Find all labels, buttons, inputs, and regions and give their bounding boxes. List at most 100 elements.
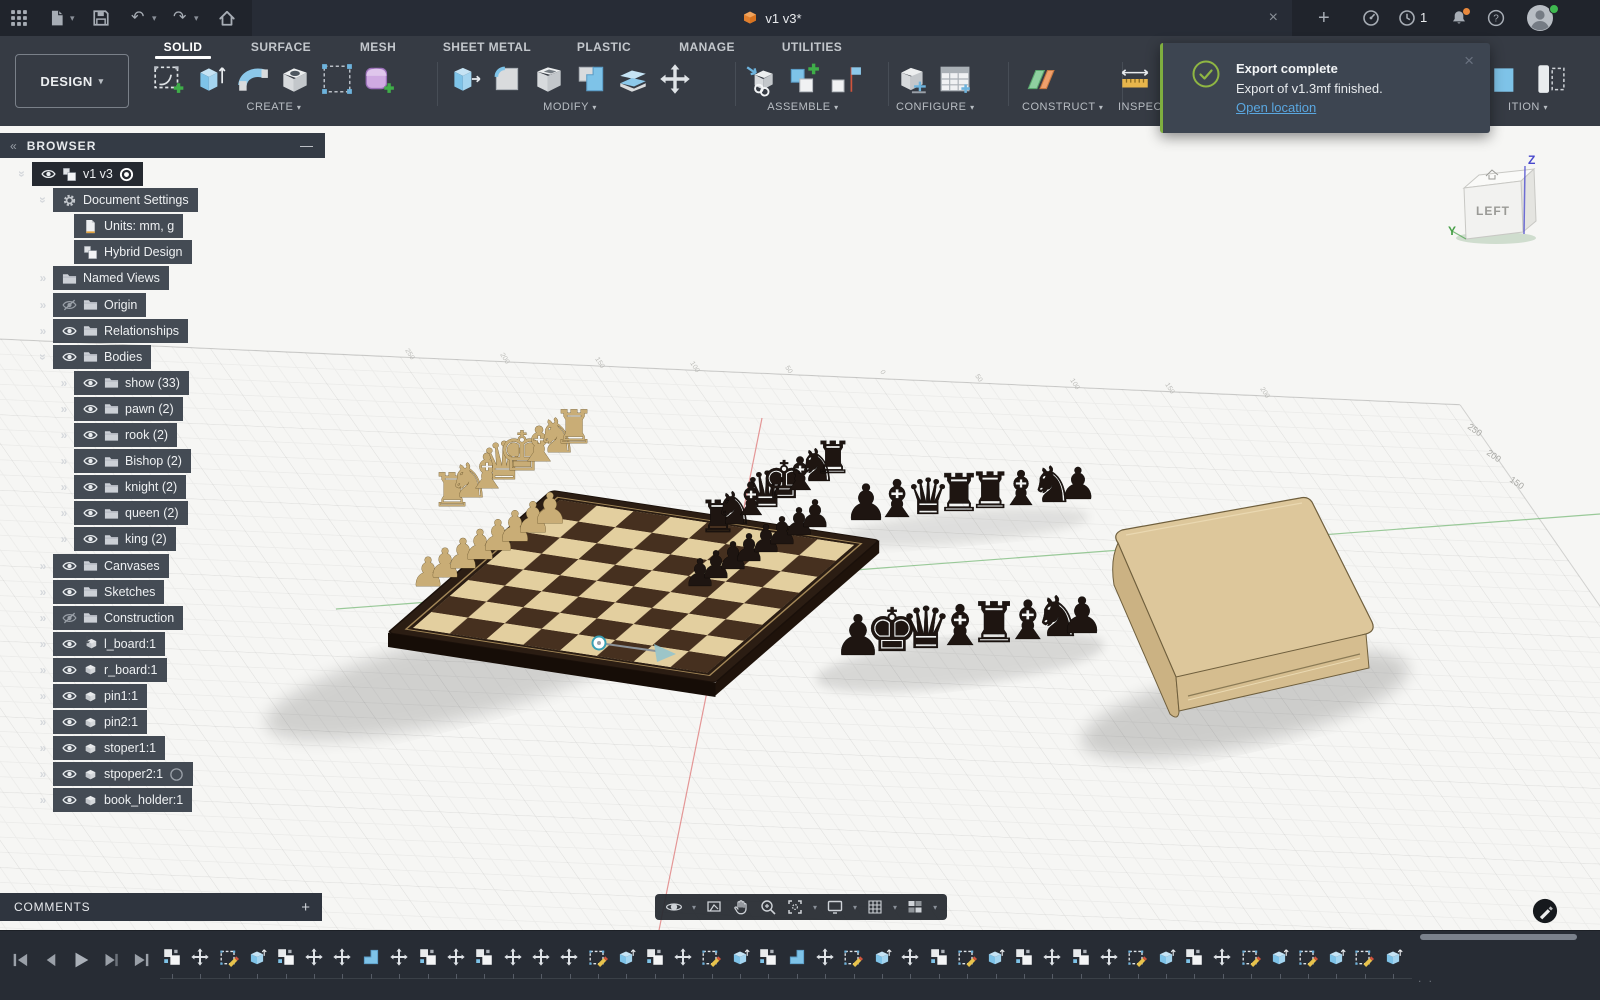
browser-row-stpoper2-1[interactable]: » stpoper2:1 xyxy=(37,762,194,787)
browser-row-pin2-1[interactable]: » pin2:1 xyxy=(37,710,148,735)
browser-row-canvases[interactable]: » Canvases xyxy=(37,553,169,578)
browser-collapse-icon[interactable]: « xyxy=(10,139,17,153)
tree-chevron-icon[interactable]: » xyxy=(37,298,49,312)
split-body-icon[interactable] xyxy=(616,60,650,98)
browser-row-pin1-1[interactable]: » pin1:1 xyxy=(37,684,148,708)
construct-group-label[interactable]: CONSTRUCT ▾ xyxy=(1022,101,1103,113)
timeline-feature-sketch[interactable] xyxy=(588,947,608,967)
browser-row-relationships[interactable]: » Relationships xyxy=(37,318,189,343)
view-cube[interactable]: X LEFT Z Y xyxy=(1448,153,1537,244)
timeline-feature-sketch[interactable] xyxy=(843,947,863,967)
new-component-icon[interactable] xyxy=(786,60,820,98)
timeline-feature-combine[interactable] xyxy=(361,947,381,967)
file-caret-icon[interactable]: ▾ xyxy=(70,0,75,36)
step-forward-button[interactable] xyxy=(100,949,122,971)
browser-row-bodies[interactable]: » Bodies xyxy=(36,344,152,369)
timeline-feature-sketch[interactable] xyxy=(1241,947,1261,967)
visibility-eye-icon[interactable] xyxy=(83,507,98,519)
tree-chevron-icon[interactable]: » xyxy=(37,663,49,677)
timeline-feature-move[interactable] xyxy=(673,947,693,967)
move-copy-icon[interactable] xyxy=(658,60,692,98)
timeline-feature-extrude[interactable] xyxy=(1383,947,1403,967)
configure-group-label[interactable]: CONFIGURE ▾ xyxy=(896,101,975,113)
tab-close-icon[interactable]: × xyxy=(1269,0,1278,36)
partial-dashed-icon[interactable] xyxy=(1532,60,1566,98)
tab-utilities[interactable]: UTILITIES xyxy=(782,38,842,56)
tree-chevron-icon[interactable]: » xyxy=(37,767,49,781)
timeline-feature-move[interactable] xyxy=(503,947,523,967)
create-form-icon[interactable] xyxy=(362,60,396,98)
create-sketch-icon[interactable] xyxy=(152,60,186,98)
timeline-feature-move[interactable] xyxy=(446,947,466,967)
timeline-feature-move[interactable] xyxy=(1212,947,1232,967)
visibility-eye-icon[interactable] xyxy=(62,638,77,650)
timeline-scroll-thumb[interactable] xyxy=(1420,934,1577,940)
go-to-start-button[interactable] xyxy=(10,949,32,971)
display-settings-icon[interactable] xyxy=(826,898,844,916)
timeline-feature-comp[interactable] xyxy=(1184,947,1204,967)
activate-radio-on-icon[interactable] xyxy=(119,167,134,182)
timeline-feature-comp[interactable] xyxy=(1014,947,1034,967)
tree-chevron-icon[interactable]: » xyxy=(37,715,49,729)
visibility-eye-icon[interactable] xyxy=(62,664,77,676)
tab-surface[interactable]: SURFACE xyxy=(251,38,311,56)
app-grid-icon[interactable] xyxy=(10,9,28,27)
tab-manage[interactable]: MANAGE xyxy=(679,38,735,56)
tab-plastic[interactable]: PLASTIC xyxy=(577,38,631,56)
chess-piece[interactable]: ♟ xyxy=(798,492,832,536)
visibility-eye-icon[interactable] xyxy=(62,351,77,363)
assemble-group-label[interactable]: ASSEMBLE ▾ xyxy=(744,101,862,113)
browser-row-sketches[interactable]: » Sketches xyxy=(37,579,165,604)
tree-chevron-icon[interactable]: » xyxy=(58,402,70,416)
browser-row-origin[interactable]: » Origin xyxy=(37,292,147,317)
undo-icon[interactable]: ↶ xyxy=(131,0,144,36)
visibility-eye-icon[interactable] xyxy=(62,742,77,754)
modify-group-label[interactable]: MODIFY ▾ xyxy=(448,101,692,113)
visibility-eye-icon[interactable] xyxy=(41,168,56,180)
timeline-feature-comp[interactable] xyxy=(929,947,949,967)
visibility-eye-icon[interactable] xyxy=(62,325,77,337)
tree-chevron-icon[interactable]: » xyxy=(37,689,49,703)
timeline-feature-move[interactable] xyxy=(389,947,409,967)
browser-row-king-2-[interactable]: » king (2) xyxy=(58,527,176,552)
timeline-feature-comp[interactable] xyxy=(1071,947,1091,967)
shell-icon[interactable] xyxy=(532,60,566,98)
chess-piece[interactable]: ♟ xyxy=(1059,587,1105,645)
document-tab[interactable]: v1 v3* × xyxy=(252,0,1292,36)
look-at-tool-icon[interactable] xyxy=(705,898,723,916)
timeline-feature-comp[interactable] xyxy=(162,947,182,967)
tree-chevron-icon[interactable]: » xyxy=(37,271,49,285)
timeline-feature-move[interactable] xyxy=(815,947,835,967)
redo-caret-icon[interactable]: ▾ xyxy=(194,0,199,36)
browser-minimize-icon[interactable]: — xyxy=(300,138,313,153)
visibility-eye-icon[interactable] xyxy=(83,533,98,545)
timeline-scroll-track[interactable] xyxy=(0,934,1600,940)
timeline-feature-move[interactable] xyxy=(190,947,210,967)
caret-down-icon[interactable]: ▾ xyxy=(813,903,817,912)
timeline-feature-combine[interactable] xyxy=(787,947,807,967)
insert-derive-icon[interactable] xyxy=(744,60,778,98)
add-comment-icon[interactable]: + xyxy=(301,899,310,916)
timeline-feature-extrude[interactable] xyxy=(872,947,892,967)
browser-panel-header[interactable]: « BROWSER — xyxy=(0,133,325,158)
tree-chevron-icon[interactable]: » xyxy=(15,168,29,180)
timeline-settings-gear-icon[interactable] xyxy=(1538,948,1560,970)
toast-close-icon[interactable]: × xyxy=(1464,51,1474,71)
timeline-feature-sketch[interactable] xyxy=(957,947,977,967)
browser-row-l-board-1[interactable]: » l_board:1 xyxy=(37,631,166,656)
partial-group-label[interactable]: ITION ▾ xyxy=(1490,101,1566,113)
home-icon[interactable] xyxy=(218,9,236,27)
timeline-feature-extrude[interactable] xyxy=(1156,947,1176,967)
timeline-feature-extrude[interactable] xyxy=(1326,947,1346,967)
combine-icon[interactable] xyxy=(574,60,608,98)
timeline-feature-comp[interactable] xyxy=(418,947,438,967)
comments-bar[interactable]: COMMENTS + xyxy=(0,893,322,921)
new-tab-icon[interactable]: + xyxy=(1318,0,1330,36)
timeline-feature-move[interactable] xyxy=(332,947,352,967)
tree-chevron-icon[interactable]: » xyxy=(36,194,50,206)
go-to-end-button[interactable] xyxy=(130,949,152,971)
tree-chevron-icon[interactable]: » xyxy=(36,351,50,363)
chess-piece[interactable]: ♟ xyxy=(531,484,569,534)
caret-down-icon[interactable]: ▾ xyxy=(853,903,857,912)
timeline-feature-extrude[interactable] xyxy=(1269,947,1289,967)
